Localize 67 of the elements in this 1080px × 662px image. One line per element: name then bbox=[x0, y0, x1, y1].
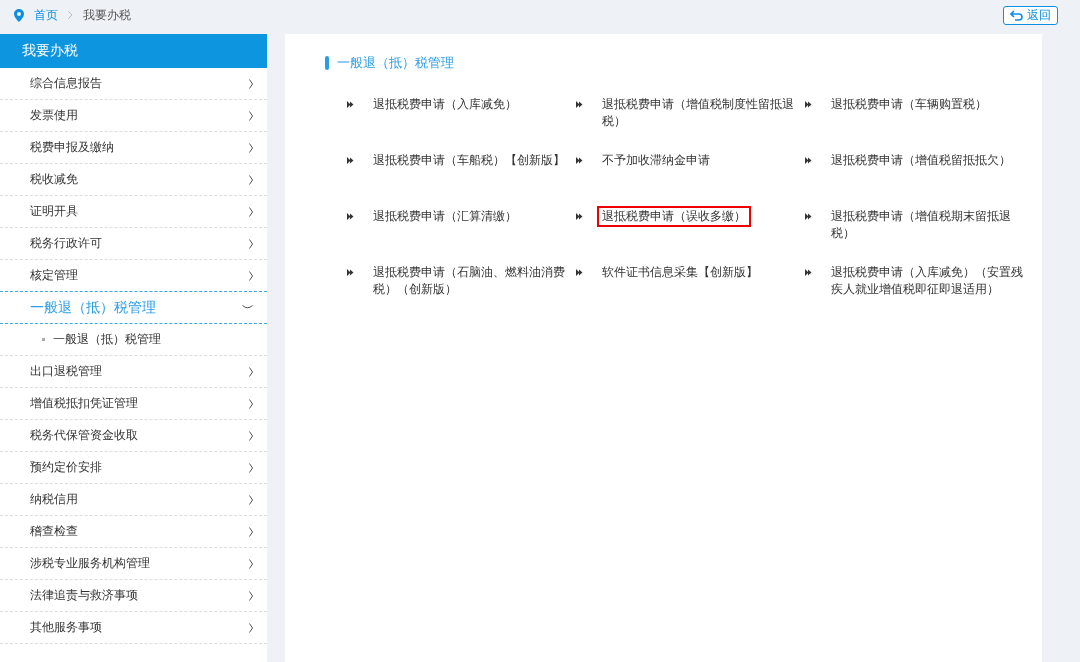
chevron-right-icon bbox=[68, 11, 73, 19]
service-link[interactable]: 退抵税费申请（车船税）【创新版】 bbox=[368, 150, 570, 171]
sidebar-item[interactable]: 法律追责与救济事项 bbox=[0, 580, 267, 612]
chevron-right-icon bbox=[249, 526, 253, 537]
double-arrow-icon bbox=[347, 101, 354, 108]
service-link[interactable]: 软件证书信息采集【创新版】 bbox=[597, 262, 763, 283]
chevron-right-icon bbox=[249, 622, 253, 633]
chevron-right-icon bbox=[249, 110, 253, 121]
sidebar-item[interactable]: 纳税信用 bbox=[0, 484, 267, 516]
sidebar-header: 我要办税 bbox=[0, 34, 267, 68]
chevron-right-icon bbox=[249, 398, 253, 409]
chevron-right-icon bbox=[249, 238, 253, 249]
service-link[interactable]: 退抵税费申请（增值税制度性留抵退税） bbox=[597, 94, 803, 132]
chevron-right-icon bbox=[249, 142, 253, 153]
double-arrow-icon bbox=[576, 101, 583, 108]
sidebar-item[interactable]: 增值税抵扣凭证管理 bbox=[0, 388, 267, 420]
sidebar-item[interactable]: 涉税专业服务机构管理 bbox=[0, 548, 267, 580]
double-arrow-icon bbox=[805, 269, 812, 276]
sidebar-item[interactable]: 稽查检查 bbox=[0, 516, 267, 548]
back-button[interactable]: 返回 bbox=[1003, 5, 1058, 25]
double-arrow-icon bbox=[576, 269, 583, 276]
service-link[interactable]: 退抵税费申请（汇算清缴） bbox=[368, 206, 522, 227]
double-arrow-icon bbox=[805, 213, 812, 220]
sidebar-item[interactable]: 证明开具 bbox=[0, 196, 267, 228]
section-title: 一般退（抵）税管理 bbox=[337, 54, 454, 72]
service-link[interactable]: 退抵税费申请（增值税留抵抵欠） bbox=[826, 150, 1016, 171]
sidebar-item[interactable]: 出口退税管理 bbox=[0, 356, 267, 388]
sidebar-item[interactable]: 发票使用 bbox=[0, 100, 267, 132]
bullet-icon bbox=[42, 338, 45, 341]
sidebar-item[interactable]: 其他服务事项 bbox=[0, 612, 267, 644]
chevron-right-icon bbox=[249, 430, 253, 441]
double-arrow-icon bbox=[576, 213, 583, 220]
sidebar-item[interactable]: 税收减免 bbox=[0, 164, 267, 196]
double-arrow-icon bbox=[805, 101, 812, 108]
double-arrow-icon bbox=[347, 213, 354, 220]
sidebar-item[interactable]: 税费申报及缴纳 bbox=[0, 132, 267, 164]
breadcrumb-current: 我要办税 bbox=[83, 6, 131, 24]
service-link[interactable]: 退抵税费申请（石脑油、燃料油消费税）（创新版） bbox=[368, 262, 574, 300]
chevron-right-icon bbox=[249, 590, 253, 601]
service-link[interactable]: 不予加收滞纳金申请 bbox=[597, 150, 715, 171]
sidebar-subitem[interactable]: 一般退（抵）税管理 bbox=[53, 331, 161, 348]
chevron-right-icon bbox=[249, 270, 253, 281]
location-pin-icon bbox=[14, 8, 24, 22]
sidebar-item[interactable]: 税务行政许可 bbox=[0, 228, 267, 260]
chevron-right-icon bbox=[249, 494, 253, 505]
sidebar-item[interactable]: 核定管理 bbox=[0, 260, 267, 292]
sidebar-item[interactable]: 预约定价安排 bbox=[0, 452, 267, 484]
double-arrow-icon bbox=[347, 269, 354, 276]
sidebar-item[interactable]: 综合信息报告 bbox=[0, 68, 267, 100]
chevron-right-icon bbox=[249, 366, 253, 377]
service-link[interactable]: 退抵税费申请（增值税期末留抵退税） bbox=[826, 206, 1032, 244]
title-marker bbox=[325, 56, 329, 70]
return-arrow-icon bbox=[1010, 9, 1023, 21]
chevron-right-icon bbox=[249, 174, 253, 185]
service-link[interactable]: 退抵税费申请（车辆购置税） bbox=[826, 94, 992, 115]
double-arrow-icon bbox=[576, 157, 583, 164]
chevron-right-icon bbox=[249, 558, 253, 569]
chevron-right-icon bbox=[249, 78, 253, 89]
sidebar-item[interactable]: 税务代保管资金收取 bbox=[0, 420, 267, 452]
chevron-down-icon bbox=[242, 305, 253, 310]
service-link[interactable]: 退抵税费申请（误收多缴） bbox=[597, 206, 751, 227]
chevron-right-icon bbox=[249, 206, 253, 217]
service-link[interactable]: 退抵税费申请（入库减免）（安置残疾人就业增值税即征即退适用） bbox=[826, 262, 1032, 300]
double-arrow-icon bbox=[805, 157, 812, 164]
double-arrow-icon bbox=[347, 157, 354, 164]
chevron-right-icon bbox=[249, 462, 253, 473]
service-link[interactable]: 退抵税费申请（入库减免） bbox=[368, 94, 522, 115]
